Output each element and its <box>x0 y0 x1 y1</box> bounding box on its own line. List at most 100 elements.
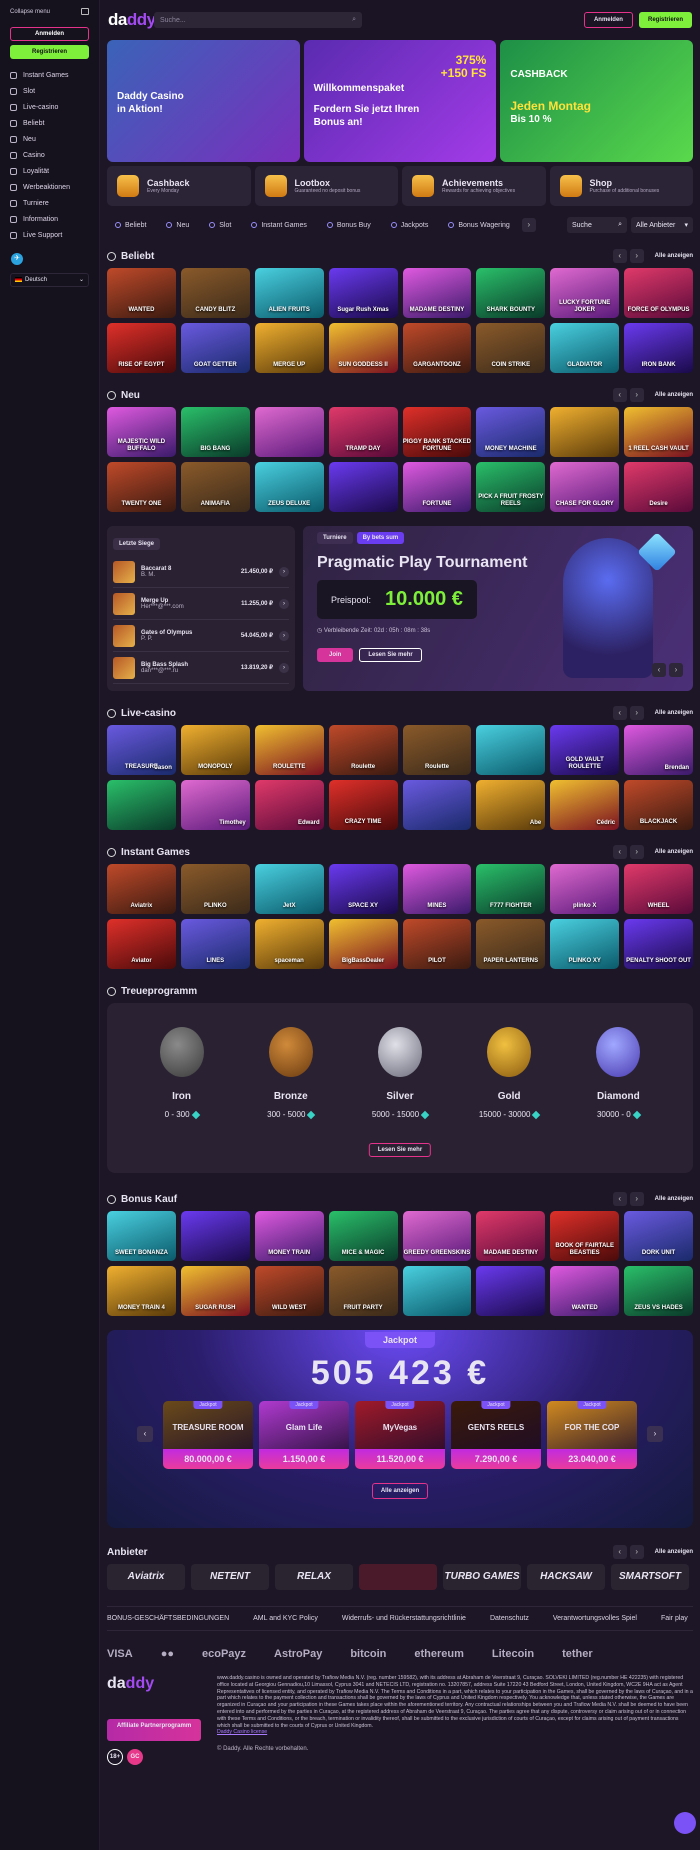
game-tile[interactable]: WILD WEST <box>254 1266 324 1316</box>
game-tile[interactable]: RISE OF EGYPT <box>107 323 176 373</box>
telegram-icon[interactable]: ✈ <box>11 253 23 265</box>
game-tile[interactable]: Roulette <box>402 725 472 775</box>
game-tile[interactable] <box>550 407 620 457</box>
game-tile[interactable] <box>402 780 472 830</box>
tab-beliebt[interactable]: Beliebt <box>107 216 154 234</box>
next-arrow-icon[interactable]: › <box>629 1545 644 1559</box>
next-arrow-icon[interactable]: › <box>629 1192 644 1206</box>
game-tile[interactable]: 1 REEL CASH VAULT <box>624 407 693 457</box>
show-all-link[interactable]: Alle anzeigen <box>655 1196 693 1202</box>
show-all-link[interactable]: Alle anzeigen <box>655 849 693 855</box>
tab-slot[interactable]: Slot <box>201 216 239 234</box>
game-tile[interactable]: BigBassDealer <box>328 919 398 969</box>
game-tile[interactable]: ALIEN FRUITS <box>254 268 324 318</box>
game-tile[interactable]: PENALTY SHOOT OUT <box>624 919 693 969</box>
game-tile[interactable]: Cédric <box>550 780 620 830</box>
prev-arrow-icon[interactable]: ‹ <box>612 845 627 859</box>
next-arrow-icon[interactable]: › <box>629 388 644 402</box>
footer-link[interactable]: BONUS-GESCHÄFTSBEDINGUNGEN <box>107 1615 229 1622</box>
recent-wins-tab[interactable]: Letzte Siege <box>113 538 161 550</box>
show-all-link[interactable]: Alle anzeigen <box>655 1549 693 1555</box>
game-tile[interactable]: Brendan <box>624 725 693 775</box>
game-tile[interactable]: CANDY BLITZ <box>180 268 250 318</box>
game-tile[interactable]: COIN STRIKE <box>476 323 546 373</box>
sidebar-item-neu[interactable]: Neu <box>0 131 99 147</box>
language-select[interactable]: Deutsch ⌄ <box>10 273 89 287</box>
game-tile[interactable] <box>328 462 398 512</box>
jackpot-card[interactable]: Jackpot FOR THE COP 23.040,00 € <box>547 1401 637 1469</box>
sidebar-item-slot[interactable]: Slot <box>0 83 99 99</box>
loyalty-read-more-button[interactable]: Lesen Sie mehr <box>368 1143 432 1157</box>
sidebar-register-button[interactable]: Registrieren <box>10 45 89 59</box>
winner-row[interactable]: Big Bass Splash dan***@***.ru 13.819,20 ₽ › <box>113 652 289 684</box>
game-tile[interactable]: ROULETTE <box>254 725 324 775</box>
tab-neu[interactable]: Neu <box>158 216 197 234</box>
game-tile[interactable]: FRUIT PARTY <box>328 1266 398 1316</box>
prev-arrow-icon[interactable]: ‹ <box>612 249 627 263</box>
footer-link[interactable]: Verantwortungsvolles Spiel <box>553 1615 637 1622</box>
join-button[interactable]: Join <box>317 648 354 662</box>
game-tile[interactable]: FORCE OF OLYMPUS <box>624 268 693 318</box>
sidebar-item-live-support[interactable]: Live Support <box>0 227 99 243</box>
game-tile[interactable]: IRON BANK <box>624 323 693 373</box>
show-all-link[interactable]: Alle anzeigen <box>655 392 693 398</box>
tab-by-bets[interactable]: By bets sum <box>356 532 405 544</box>
game-tile[interactable]: MADAME DESTINY <box>476 1211 546 1261</box>
prev-arrow-icon[interactable]: ‹ <box>612 388 627 402</box>
prev-arrow-icon[interactable]: ‹ <box>612 706 627 720</box>
game-tile[interactable]: plinko X <box>550 864 620 914</box>
game-tile[interactable]: GOAT GETTER <box>180 323 250 373</box>
read-more-button[interactable]: Lesen Sie mehr <box>359 648 422 662</box>
game-tile[interactable]: BOOK OF FAIRTALE BEASTIES <box>550 1211 620 1261</box>
game-tile[interactable]: WHEEL <box>624 864 693 914</box>
game-tile[interactable]: PIGGY BANK STACKED FORTUNE <box>402 407 472 457</box>
sidebar-item-live-casino[interactable]: Live-casino <box>0 99 99 115</box>
winner-row[interactable]: Baccarat 8 B. M. 21.450,00 ₽ › <box>113 556 289 588</box>
game-tile[interactable]: GREEDY GREENSKINS <box>402 1211 472 1261</box>
game-tile[interactable]: Sugar Rush Xmas <box>328 268 398 318</box>
game-tile[interactable]: MADAME DESTINY <box>402 268 472 318</box>
jackpot-card[interactable]: Jackpot MyVegas 11.520,00 € <box>355 1401 445 1469</box>
chat-icon[interactable] <box>674 1812 696 1834</box>
next-arrow-icon[interactable]: › <box>647 1426 663 1442</box>
game-tile[interactable] <box>402 1266 472 1316</box>
game-tile[interactable]: WANTED <box>107 268 176 318</box>
game-tile[interactable]: MAJESTIC WILD BUFFALO <box>107 407 176 457</box>
game-tile[interactable]: Aviatrix <box>107 864 176 914</box>
tab-jackpots[interactable]: Jackpots <box>383 216 437 234</box>
provider-logo[interactable]: RELAX <box>275 1564 353 1590</box>
chevron-right-icon[interactable]: › <box>279 566 289 577</box>
sidebar-item-casino[interactable]: Casino <box>0 147 99 163</box>
game-tile[interactable]: Aviator <box>107 919 176 969</box>
game-tile[interactable]: WANTED <box>550 1266 620 1316</box>
feature-lootbox[interactable]: Lootbox Guaranteed no deposit bonus <box>254 166 398 206</box>
gc-badge-icon[interactable]: GC <box>127 1749 143 1765</box>
game-tile[interactable]: MONEY TRAIN <box>254 1211 324 1261</box>
provider-logo[interactable]: NETENT <box>191 1564 269 1590</box>
license-link[interactable]: Daddy Casino license <box>217 1729 693 1736</box>
game-tile[interactable]: BLACKJACK <box>624 780 693 830</box>
game-tile[interactable]: MERGE UP <box>254 323 324 373</box>
affiliate-button[interactable]: Affiliate Partnerprogramm <box>107 1719 201 1741</box>
sidebar-item-instant-games[interactable]: Instant Games <box>0 67 99 83</box>
jackpot-card[interactable]: Jackpot Glam Life 1.150,00 € <box>259 1401 349 1469</box>
game-tile[interactable] <box>476 1266 546 1316</box>
provider-logo[interactable]: Aviatrix <box>107 1564 185 1590</box>
collapse-menu[interactable]: Collapse menu <box>0 0 99 23</box>
chevron-right-icon[interactable]: › <box>279 630 289 641</box>
game-tile[interactable] <box>476 725 546 775</box>
game-tile[interactable]: TRAMP DAY <box>328 407 398 457</box>
game-tile[interactable]: MICE & MAGIC <box>328 1211 398 1261</box>
game-tile[interactable]: GOLD VAULT ROULETTE <box>550 725 620 775</box>
game-tile[interactable]: F777 FIGHTER <box>476 864 546 914</box>
prev-arrow-icon[interactable]: ‹ <box>612 1545 627 1559</box>
sidebar-item-beliebt[interactable]: Beliebt <box>0 115 99 131</box>
game-tile[interactable]: PILOT <box>402 919 472 969</box>
next-arrow-icon[interactable]: › <box>669 663 683 677</box>
game-tile[interactable]: PLINKO <box>180 864 250 914</box>
provider-logo[interactable]: SMARTSOFT <box>611 1564 689 1590</box>
game-tile[interactable]: MONEY MACHINE <box>476 407 546 457</box>
game-tile[interactable]: GARGANTOONZ <box>402 323 472 373</box>
banner-welcome[interactable]: 375% +150 FS Willkommenspaket Fordern Si… <box>303 40 497 162</box>
game-tile[interactable]: MINES <box>402 864 472 914</box>
